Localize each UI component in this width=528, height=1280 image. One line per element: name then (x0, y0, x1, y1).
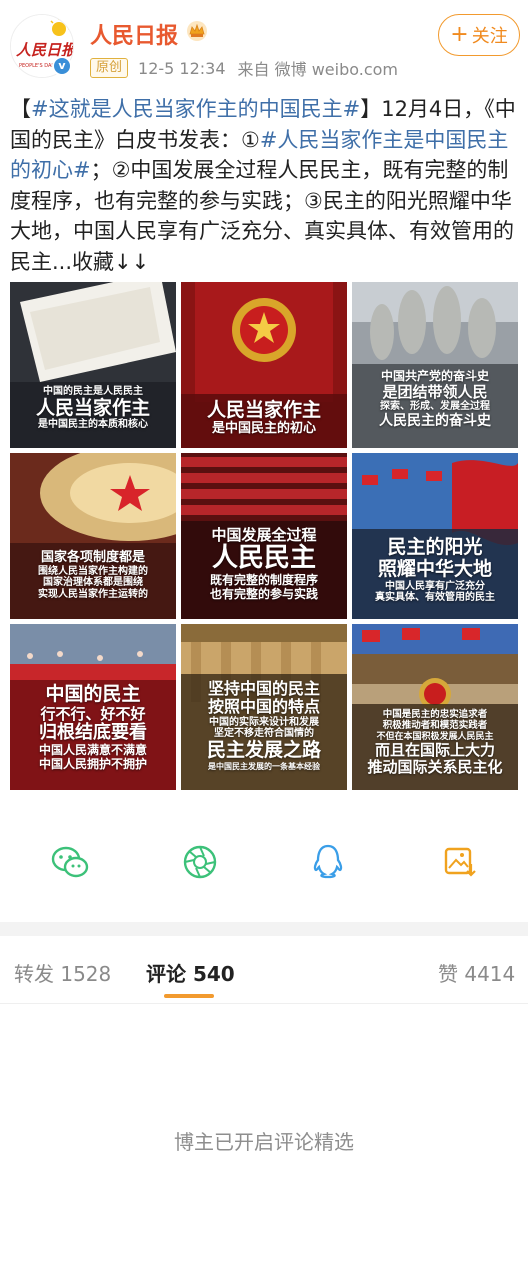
wechat-icon[interactable] (50, 842, 90, 882)
post-image-3[interactable]: 中国共产党的奋斗史 是团结带领人民 探索、形成、发展全过程 人民民主的奋斗史 (352, 282, 518, 448)
moments-icon[interactable] (180, 842, 220, 882)
image-caption: 中国发展全过程 人民民主 既有完整的制度程序 也有完整的参与实践 (209, 526, 318, 601)
image-caption: 中国的民主 行不行、好不好 归根结底要看 中国人民满意不满意 中国人民拥护不拥护 (38, 683, 147, 771)
share-bar (0, 828, 528, 898)
hashtag-link[interactable]: #这就是人民当家作主的中国民主# (31, 97, 360, 121)
follow-button[interactable]: + 关注 (438, 14, 520, 56)
image-caption: 中国是民主的忠实追求者 积极推动者和模范实践者 不但在本国积极发展人民民主 而且… (367, 709, 503, 777)
post-image-6[interactable]: 民主的阳光 照耀中华大地 中国人民享有广泛充分 真实具体、有效管用的民主 (352, 453, 518, 619)
image-caption: 坚持中国的民主 按照中国的特点 中国的实际来设计和发展 坚定不移走符合国情的 民… (206, 679, 321, 771)
author-name[interactable]: 人民日报 (90, 18, 178, 50)
tab-repost[interactable]: 转发 1528 (14, 958, 111, 987)
post-image-9[interactable]: 中国是民主的忠实追求者 积极推动者和模范实践者 不但在本国积极发展人民民主 而且… (352, 624, 518, 790)
image-caption: 民主的阳光 照耀中华大地 中国人民享有广泛充分 真实具体、有效管用的民主 (375, 536, 495, 604)
image-caption: 中国共产党的奋斗史 是团结带领人民 探索、形成、发展全过程 人民民主的奋斗史 (379, 369, 491, 429)
post-image-8[interactable]: 坚持中国的民主 按照中国的特点 中国的实际来设计和发展 坚定不移走符合国情的 民… (181, 624, 347, 790)
image-caption: 中国的民主是人民民主 人民当家作主 是中国民主的本质和核心 (35, 386, 150, 431)
post-image-7[interactable]: 中国的民主 行不行、好不好 归根结底要看 中国人民满意不满意 中国人民拥护不拥护 (10, 624, 176, 790)
post-image-1[interactable]: 中国的民主是人民民主 人民当家作主 是中国民主的本质和核心 (10, 282, 176, 448)
active-tab-indicator (164, 994, 214, 998)
image-caption: 国家各项制度都是 围绕人民当家作主构建的 国家治理体系都是围绕 实现人民当家作主… (38, 550, 148, 600)
post-source: 来自 微博 weibo.com (237, 60, 399, 79)
post-header: 人民日报 PEOPLE'S DAILY v 人民日报 原创 12-5 12:34… (0, 0, 528, 90)
post-image-5[interactable]: 中国发展全过程 人民民主 既有完整的制度程序 也有完整的参与实践 (181, 453, 347, 619)
post-meta: 原创 12-5 12:34 来自 微博 weibo.com (90, 56, 398, 80)
original-badge: 原创 (90, 58, 129, 78)
save-image-icon[interactable] (440, 842, 480, 882)
section-divider (0, 922, 528, 936)
tab-comments[interactable]: 评论 540 (146, 958, 235, 987)
tab-likes[interactable]: 赞 4414 (438, 958, 515, 987)
post-time: 12-5 12:34 (138, 58, 226, 78)
post-image-4[interactable]: 国家各项制度都是 围绕人民当家作主构建的 国家治理体系都是围绕 实现人民当家作主… (10, 453, 176, 619)
qq-icon[interactable] (308, 842, 348, 882)
post-image-2[interactable]: 人民当家作主 是中国民主的初心 (181, 282, 347, 448)
image-caption: 人民当家作主 是中国民主的初心 (206, 399, 321, 436)
follow-label: 关注 (471, 26, 508, 47)
image-grid: 中国的民主是人民民主 人民当家作主 是中国民主的本质和核心 人民当家作主 是中国… (10, 282, 518, 790)
interaction-tabs: 转发 1528 评论 540 赞 4414 (0, 938, 528, 1004)
verified-badge-icon: v (52, 56, 72, 76)
post-text: 【#这就是人民当家作主的中国民主#】12月4日，《中国的民主》白皮书发表：①#人… (10, 97, 516, 274)
crown-icon (187, 21, 207, 41)
plus-icon: + (450, 22, 469, 47)
comment-curation-notice: 博主已开启评论精选 (174, 1130, 354, 1154)
